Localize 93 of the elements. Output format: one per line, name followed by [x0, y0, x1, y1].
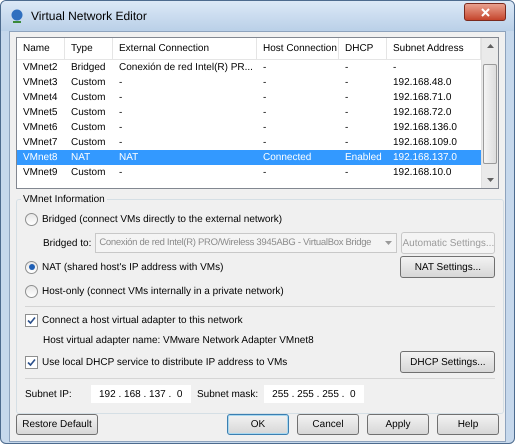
- table-cell-text: -: [262, 106, 268, 120]
- field-label: Subnet mask:: [197, 388, 258, 402]
- radio-button[interactable]: [25, 212, 38, 226]
- table-cell-text: -: [118, 166, 124, 180]
- table-row[interactable]: VMnet5 Custom - - - 192.168.72.0: [17, 105, 481, 120]
- table-cell-text: -: [344, 121, 350, 135]
- checkbox[interactable]: [25, 314, 38, 326]
- down-arrow-icon: [486, 178, 494, 182]
- table-cell-text: VMnet7: [22, 136, 58, 150]
- column-header[interactable]: Host Connection: [257, 38, 339, 59]
- checkbox-label[interactable]: Use local DHCP service to distribute IP address to VMs: [42, 354, 396, 370]
- table-cell-text: Conexión de red Intel(R) PR...: [118, 61, 254, 75]
- dialog-button[interactable]: OK: [227, 414, 289, 435]
- table-cell-text: VMnet4: [22, 91, 58, 105]
- group-title: VMnet Information: [22, 193, 106, 207]
- radio-button[interactable]: [25, 260, 38, 274]
- table-cell-text: 192.168.71.0: [392, 91, 452, 105]
- field-label: Subnet IP:: [25, 388, 73, 402]
- radio-button[interactable]: [25, 284, 38, 298]
- checkbox[interactable]: [25, 356, 38, 368]
- window-title: Virtual Network Editor: [31, 8, 148, 25]
- table-cell-text: -: [344, 136, 350, 150]
- radio-label[interactable]: Host-only (connect VMs internally in a private network): [42, 284, 496, 298]
- table-cell-text: 192.168.136.0: [392, 121, 458, 135]
- radio-label[interactable]: Bridged (connect VMs directly to the external network): [42, 212, 496, 226]
- table-cell-text: NAT: [118, 151, 140, 165]
- subnet-ip-field[interactable]: 192 . 168 . 137 . 0: [91, 385, 191, 403]
- table-cell-text: 192.168.48.0: [392, 76, 452, 90]
- table-row[interactable]: VMnet4 Custom - - - 192.168.71.0: [17, 90, 481, 105]
- table-cell-text: -: [344, 61, 350, 75]
- table-cell-text: -: [344, 91, 350, 105]
- up-arrow-icon: [486, 44, 494, 48]
- radio-label[interactable]: NAT (shared host's IP address with VMs): [42, 260, 396, 274]
- table-cell-text: -: [118, 76, 124, 90]
- table-cell-text: 192.168.10.0: [392, 166, 452, 180]
- table-cell-text: -: [118, 121, 124, 135]
- table-cell-text: 192.168.72.0: [392, 106, 452, 120]
- field-label: Bridged to:: [43, 236, 92, 250]
- table-cell-text: Custom: [70, 106, 106, 120]
- adapter-name-text: Host virtual adapter name: VMware Network Adapter VMnet8: [43, 334, 314, 348]
- table-row[interactable]: VMnet2 Bridged Conexión de red Intel(R) PR... - - -: [17, 60, 481, 75]
- button[interactable]: DHCP Settings...: [400, 351, 496, 373]
- table-cell-text: -: [262, 76, 268, 90]
- table-cell-text: -: [262, 61, 268, 75]
- table-row[interactable]: VMnet7 Custom - - - 192.168.109.0: [17, 135, 481, 150]
- scrollbar[interactable]: [481, 38, 498, 188]
- table-cell-text: VMnet3: [22, 76, 58, 90]
- column-header[interactable]: Name: [17, 38, 65, 59]
- table-cell-text: 192.168.109.0: [392, 136, 458, 150]
- table-cell-text: Bridged: [70, 61, 106, 75]
- button[interactable]: NAT Settings...: [400, 256, 496, 278]
- table-cell-text: VMnet5: [22, 106, 58, 120]
- subnet-mask-field[interactable]: 255 . 255 . 255 . 0: [264, 385, 364, 403]
- table-cell-text: -: [262, 166, 268, 180]
- table-cell-text: -: [344, 166, 350, 180]
- dialog-button[interactable]: Restore Default: [16, 414, 98, 435]
- caret-icon: [385, 241, 392, 245]
- column-header[interactable]: External Connection: [113, 38, 257, 59]
- table-cell-text: Connected: [262, 151, 312, 165]
- table-cell-text: Enabled: [344, 151, 383, 165]
- table-cell-text: Custom: [70, 121, 106, 135]
- table-cell-text: -: [344, 106, 350, 120]
- table-cell-text: VMnet8: [22, 151, 58, 165]
- table-cell-text: -: [392, 61, 398, 75]
- table-cell-text: -: [262, 121, 268, 135]
- table-cell-text: Custom: [70, 136, 106, 150]
- globe-icon: [9, 8, 25, 24]
- table-cell-text: VMnet6: [22, 121, 58, 135]
- table-row[interactable]: VMnet3 Custom - - - 192.168.48.0: [17, 75, 481, 90]
- table-row[interactable]: VMnet9 Custom - - - 192.168.10.0: [17, 165, 481, 180]
- table-cell-text: VMnet2: [22, 61, 58, 75]
- table-cell-text: NAT: [70, 151, 92, 165]
- table-cell-text: -: [118, 91, 124, 105]
- table-row[interactable]: VMnet6 Custom - - - 192.168.136.0: [17, 120, 481, 135]
- table-cell-text: -: [118, 136, 124, 150]
- table-cell-text: 192.168.137.0: [392, 151, 458, 165]
- table-cell-text: Custom: [70, 166, 106, 180]
- dialog-button[interactable]: Help: [437, 414, 499, 435]
- table-cell-text: Custom: [70, 91, 106, 105]
- checkbox-label[interactable]: Connect a host virtual adapter to this network: [42, 312, 243, 328]
- table-cell-text: -: [344, 76, 350, 90]
- dialog-button[interactable]: Apply: [367, 414, 429, 435]
- table-cell-text: -: [262, 91, 268, 105]
- column-header[interactable]: Type: [65, 38, 113, 59]
- table-cell-text: VMnet9: [22, 166, 58, 180]
- dialog-button[interactable]: Cancel: [297, 414, 359, 435]
- table-cell-text: Custom: [70, 76, 106, 90]
- scrollbar-thumb[interactable]: [483, 64, 497, 164]
- column-header[interactable]: DHCP: [339, 38, 387, 59]
- close-button[interactable]: [464, 3, 506, 21]
- table-cell-text: -: [262, 136, 268, 150]
- table-cell-text: -: [118, 106, 124, 120]
- close-icon: [480, 8, 490, 16]
